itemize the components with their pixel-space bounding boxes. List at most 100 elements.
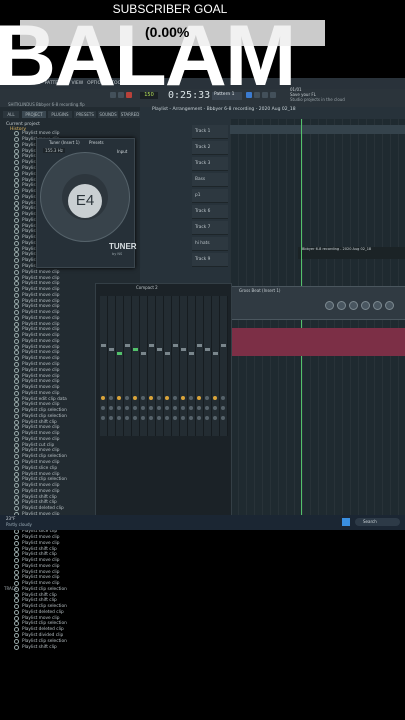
- history-item[interactable]: Playlist move clip: [14, 436, 67, 443]
- browser-tab-all[interactable]: ALL: [3, 111, 19, 118]
- mixer-knob[interactable]: [173, 416, 177, 420]
- mixer-track-strip[interactable]: [116, 296, 124, 436]
- mixer-knob[interactable]: [205, 406, 209, 410]
- mixer-knob[interactable]: [197, 406, 201, 410]
- mixer-knob[interactable]: [205, 416, 209, 420]
- taskbar-search[interactable]: Search: [355, 518, 400, 526]
- windows-start-icon[interactable]: [342, 518, 350, 526]
- play-button[interactable]: [110, 92, 116, 98]
- mixer-knob[interactable]: [173, 396, 177, 400]
- tempo-display[interactable]: 150: [140, 92, 158, 99]
- history-item[interactable]: Playlist move clip: [14, 390, 67, 396]
- mixer-fader[interactable]: [181, 348, 186, 351]
- history-item[interactable]: Playlist move clip: [14, 310, 67, 316]
- history-item[interactable]: Playlist deleted clip: [14, 506, 67, 512]
- browser-tab-starred[interactable]: STARRED: [120, 111, 140, 118]
- mixer-knob[interactable]: [181, 406, 185, 410]
- browser-tab-sounds[interactable]: SOUNDS: [98, 111, 118, 118]
- mixer-fader[interactable]: [165, 352, 170, 355]
- record-button[interactable]: [126, 92, 132, 98]
- history-item[interactable]: Playlist move clip: [14, 581, 67, 587]
- history-item[interactable]: Playlist clip selection: [14, 586, 67, 592]
- mixer-track-strip[interactable]: [172, 296, 180, 436]
- mixer-knob[interactable]: [125, 416, 129, 420]
- browser-icon[interactable]: [270, 92, 276, 98]
- mixer-knob[interactable]: [181, 396, 185, 400]
- history-item[interactable]: Playlist move clip: [14, 425, 67, 431]
- history-item[interactable]: Playlist move clip: [14, 362, 67, 368]
- history-item[interactable]: Playlist clip selection: [14, 621, 67, 627]
- mixer-fader[interactable]: [125, 344, 130, 347]
- history-item[interactable]: Playlist move clip: [14, 558, 67, 564]
- mixer-knob[interactable]: [109, 406, 113, 410]
- mixer-track-strip[interactable]: [196, 296, 204, 436]
- mixer-fader[interactable]: [213, 352, 218, 355]
- history-item[interactable]: Playlist move clip: [14, 402, 67, 408]
- history-item[interactable]: Playlist clip selection: [14, 408, 67, 414]
- history-item[interactable]: Playlist move clip: [14, 350, 67, 356]
- history-item[interactable]: Playlist move clip: [14, 315, 67, 322]
- track-header[interactable]: Track 7: [192, 221, 228, 235]
- mixer-knob[interactable]: [165, 416, 169, 420]
- mixer-fader[interactable]: [197, 344, 202, 347]
- history-item[interactable]: Playlist move clip: [14, 448, 67, 454]
- mixer-knob[interactable]: [125, 406, 129, 410]
- mixer-knob[interactable]: [213, 416, 217, 420]
- mixer-knob[interactable]: [165, 406, 169, 410]
- playhead[interactable]: [301, 119, 302, 530]
- mixer-icon[interactable]: [254, 92, 260, 98]
- mixer-track-strip[interactable]: [100, 296, 108, 436]
- weather-temp[interactable]: 23°F: [6, 516, 15, 521]
- history-item[interactable]: Playlist shift clip: [14, 644, 67, 650]
- audio-clip[interactable]: [230, 125, 405, 134]
- mixer-fader[interactable]: [189, 352, 194, 355]
- track-header[interactable]: hi hats: [192, 237, 228, 251]
- history-item[interactable]: Playlist move clip: [14, 131, 67, 137]
- history-item[interactable]: Playlist clip selection: [14, 413, 67, 420]
- mixer-track-strip[interactable]: [148, 296, 156, 436]
- history-item[interactable]: Playlist move clip: [14, 292, 67, 298]
- history-item[interactable]: Playlist move clip: [14, 379, 67, 385]
- history-item[interactable]: Playlist move clip: [14, 431, 67, 437]
- mixer-knob[interactable]: [181, 416, 185, 420]
- history-item[interactable]: Playlist move clip: [14, 338, 67, 345]
- history-item[interactable]: Playlist move clip: [14, 534, 67, 541]
- plugin-knob[interactable]: [361, 301, 370, 310]
- track-header[interactable]: p1: [192, 189, 228, 203]
- mixer-track-strip[interactable]: [164, 296, 172, 436]
- mixer-knob[interactable]: [165, 396, 169, 400]
- mixer-track-strip[interactable]: [140, 296, 148, 436]
- history-item[interactable]: Playlist clip selection: [14, 604, 67, 610]
- track-header[interactable]: Track 3: [192, 157, 228, 171]
- history-item[interactable]: Playlist move clip: [14, 333, 67, 339]
- mixer-track-strip[interactable]: [156, 296, 164, 436]
- track-header[interactable]: Bass: [192, 173, 228, 187]
- mixer-knob[interactable]: [189, 396, 193, 400]
- plugin-knob[interactable]: [325, 301, 334, 310]
- history-item[interactable]: Playlist move clip: [14, 367, 67, 373]
- mixer-knob[interactable]: [149, 416, 153, 420]
- mixer-track-strip[interactable]: [132, 296, 140, 436]
- history-item[interactable]: Playlist clip selection: [14, 638, 67, 644]
- mixer-knob[interactable]: [213, 396, 217, 400]
- mixer-knob[interactable]: [117, 396, 121, 400]
- mixer-knob[interactable]: [109, 396, 113, 400]
- history-item[interactable]: Playlist move clip: [14, 304, 67, 310]
- history-item[interactable]: Playlist move clip: [14, 327, 67, 333]
- mixer-track-strip[interactable]: [108, 296, 116, 436]
- mixer-knob[interactable]: [189, 416, 193, 420]
- snap-icon[interactable]: [246, 92, 252, 98]
- mixer-knob[interactable]: [205, 396, 209, 400]
- mixer-knob[interactable]: [149, 406, 153, 410]
- mixer-fader[interactable]: [109, 348, 114, 351]
- mixer-knob[interactable]: [213, 406, 217, 410]
- history-item[interactable]: Playlist move clip: [14, 385, 67, 391]
- history-item[interactable]: Playlist deleted clip: [14, 609, 67, 616]
- mixer-fader[interactable]: [149, 344, 154, 347]
- mixer-track-strip[interactable]: [220, 296, 228, 436]
- track-header[interactable]: Track 2: [192, 141, 228, 155]
- plugin-knob[interactable]: [385, 301, 394, 310]
- mixer-knob[interactable]: [221, 396, 225, 400]
- pattern-selector[interactable]: Pattern 1: [212, 92, 242, 100]
- plugin-knob[interactable]: [349, 301, 358, 310]
